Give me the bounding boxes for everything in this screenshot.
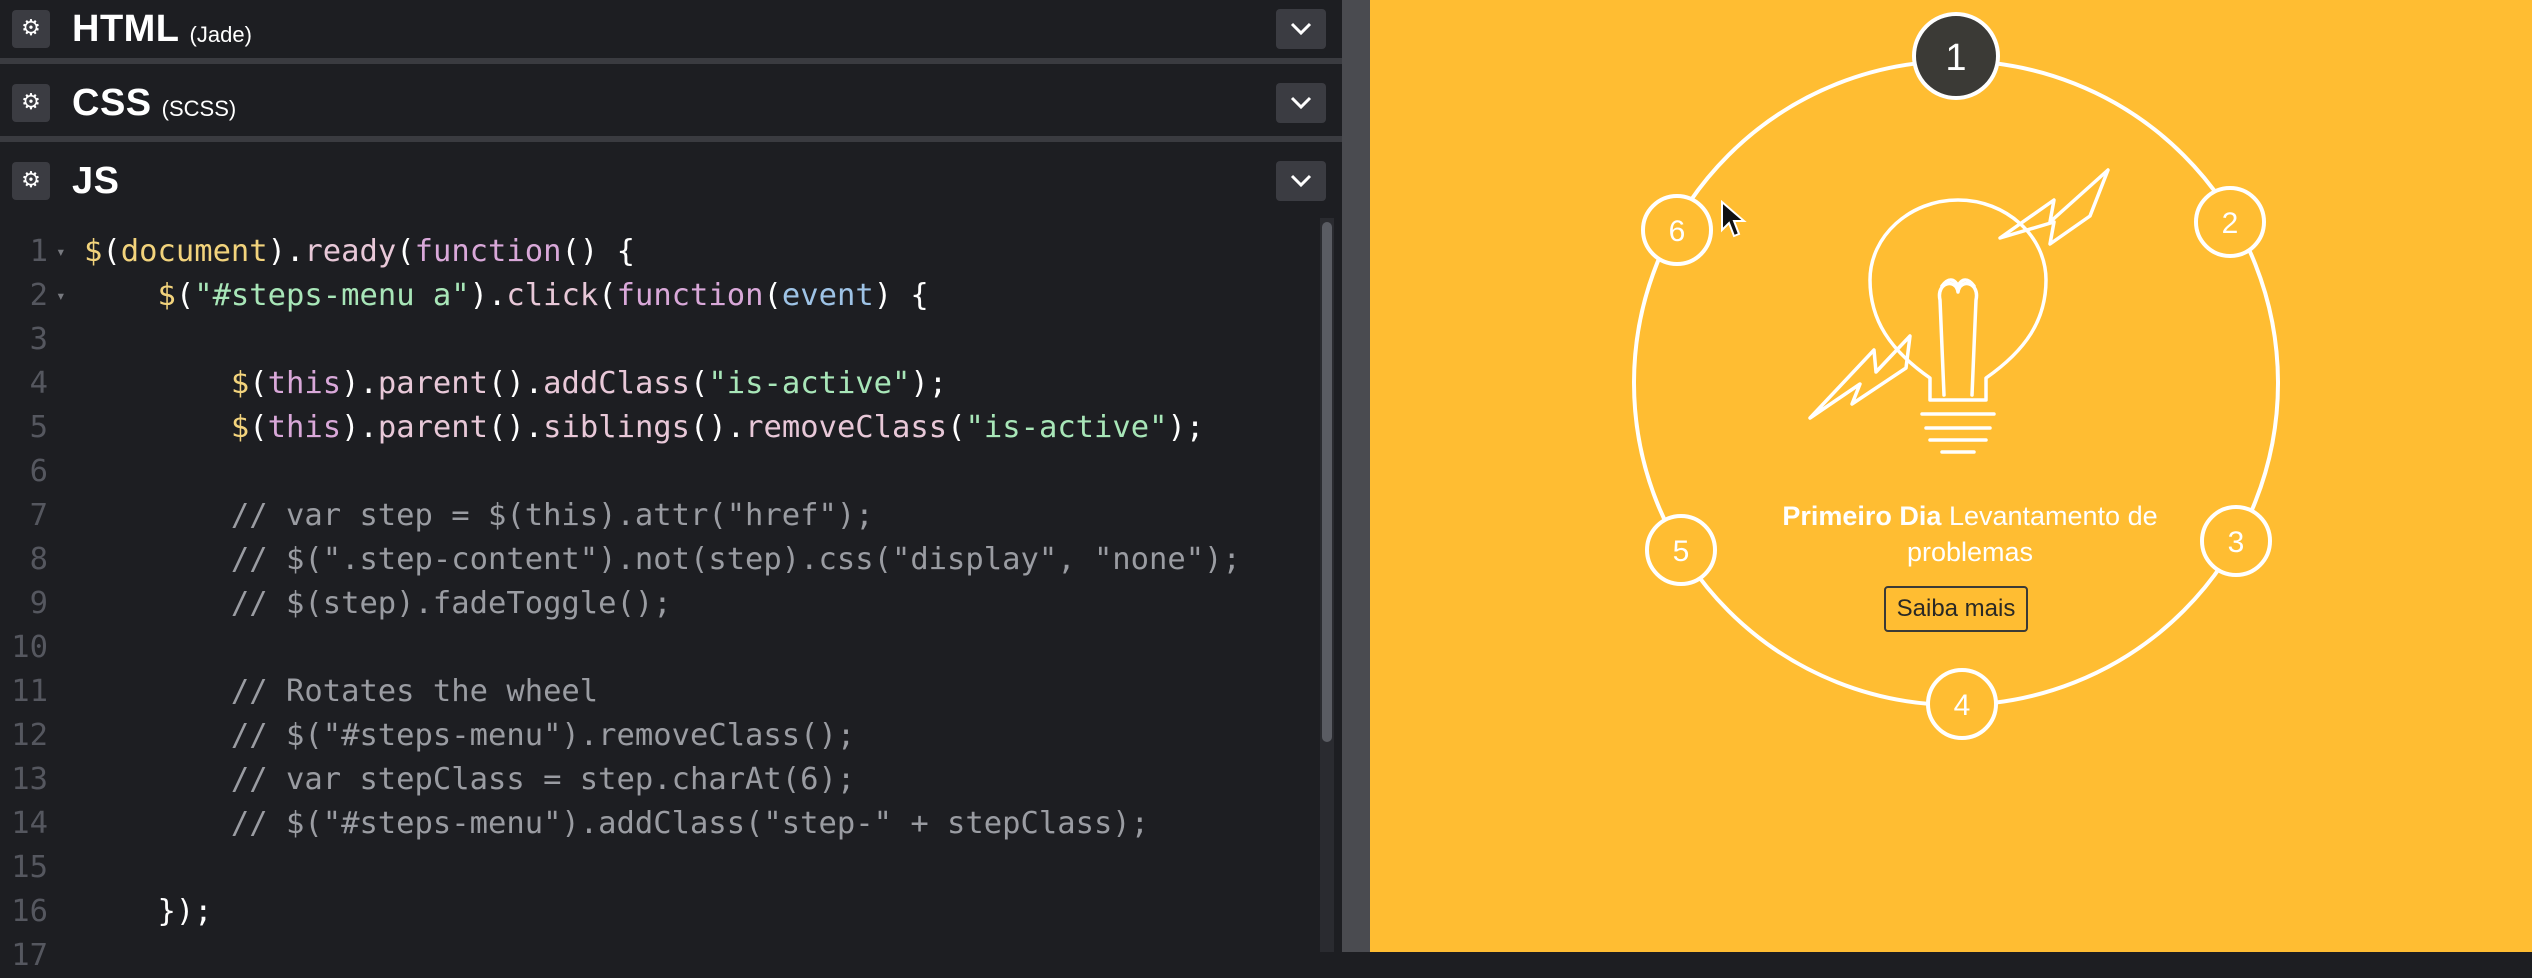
mouse-cursor-icon	[1721, 200, 1747, 238]
step-1-button[interactable]: 1	[1912, 12, 2000, 100]
code-text: // $("#steps-menu").addClass("step-" + s…	[230, 806, 1150, 841]
step-2-label: 2	[2222, 207, 2239, 240]
code-text: // Rotates the wheel	[230, 674, 599, 709]
step-5-label: 5	[1673, 535, 1690, 568]
gear-icon: ⚙	[21, 168, 41, 193]
code-text: $(document).ready(function() {	[84, 234, 635, 269]
line-number: 16	[11, 894, 48, 929]
fold-arrow-icon[interactable]: ▾	[56, 274, 66, 318]
html-panel-header[interactable]: ⚙ HTML (Jade)	[0, 0, 1342, 58]
gear-icon: ⚙	[21, 16, 41, 41]
line-number: 13	[11, 762, 48, 797]
step-6-label: 6	[1669, 215, 1686, 248]
html-panel-subtitle: (Jade)	[189, 22, 252, 47]
js-collapse-button[interactable]	[1276, 161, 1326, 201]
step-3-button[interactable]: 3	[2200, 505, 2272, 577]
line-number: 1	[29, 234, 48, 269]
chevron-down-icon	[1290, 22, 1312, 36]
code-scrollbar-thumb[interactable]	[1322, 222, 1332, 742]
line-number: 4	[29, 366, 48, 401]
step-4-label: 4	[1954, 689, 1971, 722]
css-collapse-button[interactable]	[1276, 83, 1326, 123]
line-number: 3	[29, 322, 48, 357]
chevron-down-icon	[1290, 174, 1312, 188]
step-6-button[interactable]: 6	[1641, 194, 1713, 266]
step-title: Primeiro Dia Levantamento de problemas	[1750, 498, 2190, 570]
step-title-text: Levantamento de problemas	[1906, 501, 2158, 567]
saiba-mais-button[interactable]: Saiba mais	[1884, 586, 2028, 632]
js-settings-button[interactable]: ⚙	[12, 162, 50, 200]
line-number: 9	[29, 586, 48, 621]
css-settings-button[interactable]: ⚙	[12, 84, 50, 122]
panel-divider[interactable]	[0, 136, 1342, 142]
css-panel-title: CSS	[72, 81, 152, 124]
resize-divider[interactable]	[1342, 0, 1370, 952]
line-number: 2	[29, 278, 48, 313]
line-number: 6	[29, 454, 48, 489]
step-title-bold: Primeiro Dia	[1782, 501, 1942, 531]
line-number: 15	[11, 850, 48, 885]
code-text: $(this).parent().addClass("is-active");	[230, 366, 948, 401]
js-panel-title: JS	[72, 159, 120, 202]
line-number: 12	[11, 718, 48, 753]
step-2-button[interactable]: 2	[2194, 186, 2266, 258]
lightbulb-icon	[1808, 168, 2110, 454]
line-number: 11	[11, 674, 48, 709]
code-text: // $(step).fadeToggle();	[230, 586, 672, 621]
preview-pane: 1 2 3 4 5 6 Primeiro Dia Levantamento de…	[1370, 0, 2532, 952]
code-text: });	[84, 894, 213, 929]
code-text: // $("#steps-menu").removeClass();	[230, 718, 856, 753]
chevron-down-icon	[1290, 96, 1312, 110]
js-panel-header[interactable]: ⚙ JS	[0, 152, 1342, 210]
step-5-button[interactable]: 5	[1645, 514, 1717, 586]
line-number: 14	[11, 806, 48, 841]
line-number: 8	[29, 542, 48, 577]
html-collapse-button[interactable]	[1276, 9, 1326, 49]
html-settings-button[interactable]: ⚙	[12, 10, 50, 48]
fold-arrow-icon[interactable]: ▾	[56, 230, 66, 274]
step-1-label: 1	[1945, 37, 1966, 79]
code-text: $("#steps-menu a").click(function(event)…	[157, 278, 929, 313]
step-4-button[interactable]: 4	[1926, 668, 1998, 740]
line-number: 7	[29, 498, 48, 533]
css-panel-subtitle: (SCSS)	[161, 96, 237, 121]
code-text: $(this).parent().siblings().removeClass(…	[230, 410, 1205, 445]
code-editor: ⚙ HTML (Jade) ⚙ CSS (SCSS) ⚙ JS 1 ▾ $(docu…	[0, 0, 1342, 973]
js-code-area[interactable]: 1 ▾ $(document).ready(function() { 2 ▾ $("#s…	[0, 218, 1330, 973]
steps-wheel: 1 2 3 4 5 6	[1632, 12, 2280, 740]
code-text: // var stepClass = step.charAt(6);	[230, 762, 856, 797]
code-text: // $(".step-content").not(step).css("dis…	[230, 542, 1241, 577]
html-panel-title: HTML	[72, 7, 180, 50]
gear-icon: ⚙	[21, 90, 41, 115]
code-text: // var step = $(this).attr("href");	[230, 498, 874, 533]
line-number: 17	[11, 938, 48, 973]
panel-divider[interactable]	[0, 58, 1342, 64]
line-number: 5	[29, 410, 48, 445]
step-3-label: 3	[2228, 526, 2245, 559]
css-panel-header[interactable]: ⚙ CSS (SCSS)	[0, 74, 1342, 132]
line-number: 10	[11, 630, 48, 665]
